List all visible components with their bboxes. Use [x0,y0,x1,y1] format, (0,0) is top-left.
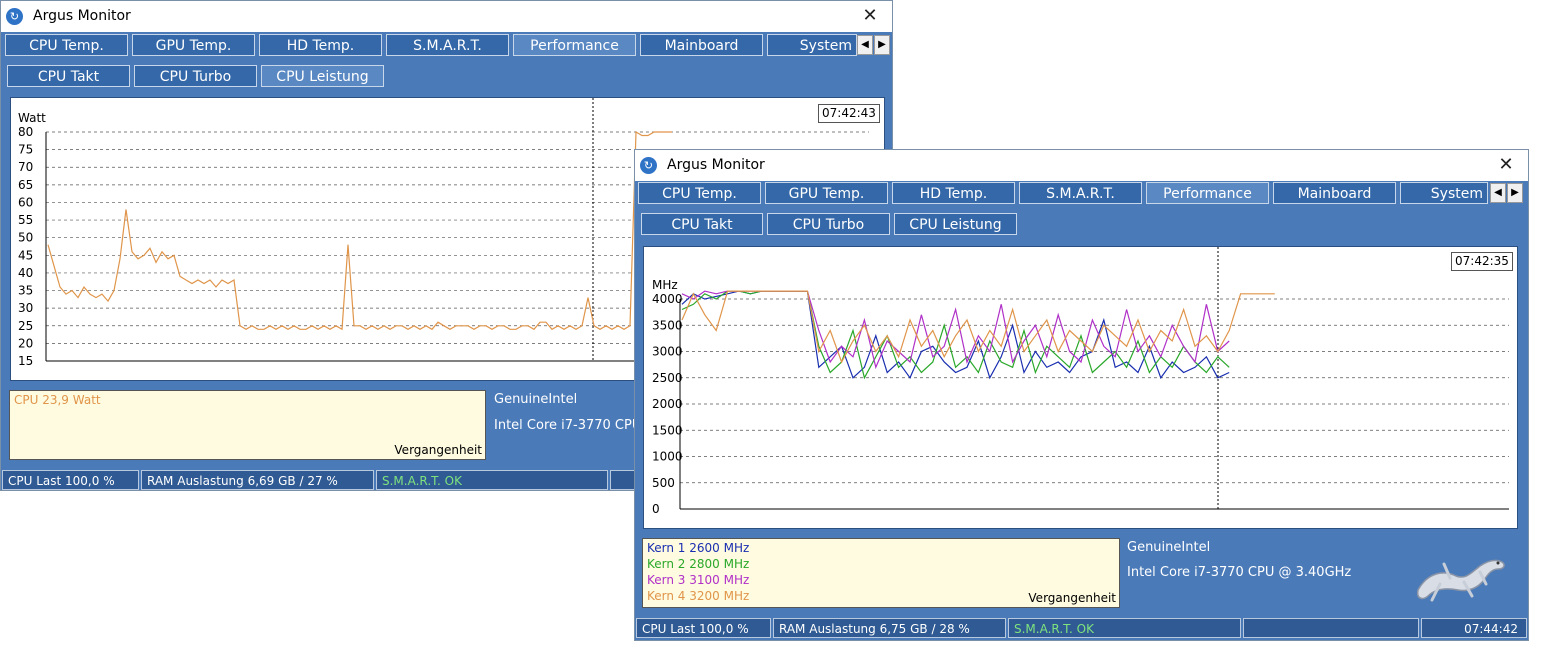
y-tick-label: 60 [18,195,33,209]
tab-cpu-temp[interactable]: CPU Temp. [5,34,128,56]
y-tick-label: 80 [18,125,33,139]
cpu-vendor: GenuineIntel [1127,540,1211,555]
tab-smart[interactable]: S.M.A.R.T. [386,34,509,56]
series-line-1 [47,130,672,331]
tab-performance[interactable]: Performance [513,34,636,56]
status-empty [1243,618,1419,638]
series-line-3 [681,290,1230,370]
tab-scroll-right-icon[interactable]: ▶ [1507,183,1523,203]
tab-mainboard[interactable]: Mainboard [1273,182,1396,204]
cpu-model: Intel Core i7-3770 CPU [494,418,642,433]
subtab-cpu-turbo[interactable]: CPU Turbo [134,65,257,87]
status-clock: 07:44:42 [1421,618,1527,638]
tab-mainboard[interactable]: Mainboard [640,34,763,56]
y-tick-label: 1000 [652,450,683,464]
clock-chart-panel: MHz 4000 3500 3000 2500 2000 1500 1000 500 0 07:4… [643,246,1518,529]
y-tick-label: 500 [652,476,675,490]
argus-window-2: ↻ Argus Monitor ✕ CPU Temp. GPU Temp. HD… [634,149,1529,641]
y-tick-label: 4000 [652,292,683,306]
tab-cpu-temp[interactable]: CPU Temp. [638,182,761,204]
status-cpu-load: CPU Last 100,0 % [2,470,139,490]
y-tick-label: 3000 [652,345,683,359]
y-tick-label: 35 [18,284,33,298]
y-tick-label: 1500 [652,423,683,437]
legend-core-1: Kern 1 2600 MHz [647,541,750,555]
y-tick-label: 45 [18,248,33,262]
tab-scroll-right-icon[interactable]: ▶ [874,35,890,55]
y-tick-label: 3500 [652,318,683,332]
y-tick-label: 70 [18,160,33,174]
y-tick-label: 55 [18,213,33,227]
tab-smart[interactable]: S.M.A.R.T. [1019,182,1142,204]
window-title: Argus Monitor [667,157,765,173]
subtab-cpu-turbo[interactable]: CPU Turbo [767,213,890,235]
y-tick-label: 0 [652,502,660,516]
y-tick-label: 2500 [652,371,683,385]
window-title: Argus Monitor [33,8,131,24]
status-smart: S.M.A.R.T. OK [1008,618,1241,638]
chart-time: 07:42:35 [1451,252,1513,271]
subtab-cpu-takt[interactable]: CPU Takt [7,65,130,87]
argus-icon: ↻ [640,157,657,174]
tab-hd-temp[interactable]: HD Temp. [892,182,1015,204]
tab-hd-temp[interactable]: HD Temp. [259,34,382,56]
status-cpu-load: CPU Last 100,0 % [636,618,771,638]
y-tick-label: 20 [18,336,33,350]
title-bar[interactable]: ↻ Argus Monitor ✕ [635,150,1528,181]
subtab-cpu-leistung[interactable]: CPU Leistung [261,65,384,87]
tab-system[interactable]: System [767,34,857,56]
legend-core-4: Kern 4 3200 MHz [647,589,750,603]
clock-chart: MHz4000 3500 3000 2500 2000 1500 1000 500 0 [652,247,1509,516]
tab-gpu-temp[interactable]: GPU Temp. [765,182,888,204]
tab-scroll-left-icon[interactable]: ◀ [1490,183,1506,203]
subtab-cpu-takt[interactable]: CPU Takt [641,213,763,235]
argus-icon: ↻ [6,8,23,25]
y-tick-label: 50 [18,231,33,245]
legend-cpu-power: CPU 23,9 Watt [14,393,101,407]
salamander-logo [1416,559,1505,602]
close-icon[interactable]: ✕ [1494,153,1518,177]
status-ram: RAM Auslastung 6,75 GB / 28 % [773,618,1006,638]
title-bar[interactable]: ↻ Argus Monitor ✕ [1,1,892,32]
status-smart: S.M.A.R.T. OK [376,470,608,490]
cpu-model: Intel Core i7-3770 CPU @ 3.40GHz [1127,565,1352,580]
y-tick-label: 2000 [652,397,683,411]
close-icon[interactable]: ✕ [858,4,882,28]
y-tick-label: 40 [18,266,33,280]
y-tick-label: 75 [18,143,33,157]
tab-gpu-temp[interactable]: GPU Temp. [132,34,255,56]
legend-panel: CPU 23,9 Watt Vergangenheit [9,390,486,460]
cpu-vendor: GenuineIntel [494,392,578,407]
tab-system[interactable]: System [1400,182,1488,204]
y-tick-label: 30 [18,301,33,315]
y-tick-label: 25 [18,319,33,333]
y-tick-label: 65 [18,178,33,192]
chart-time: 07:42:43 [818,104,880,123]
status-ram: RAM Auslastung 6,69 GB / 27 % [141,470,374,490]
subtab-cpu-leistung[interactable]: CPU Leistung [894,213,1017,235]
tab-scroll-left-icon[interactable]: ◀ [857,35,873,55]
series-line-2 [681,290,1230,380]
legend-panel: Kern 1 2600 MHz Kern 2 2800 MHz Kern 3 3… [642,538,1120,608]
legend-core-2: Kern 2 2800 MHz [647,557,750,571]
y-tick-label: 15 [18,354,33,368]
y-axis-label: Watt [18,111,46,125]
y-axis-label: MHz [652,278,678,292]
legend-core-3: Kern 3 3100 MHz [647,573,750,587]
tab-performance[interactable]: Performance [1146,182,1269,204]
history-label[interactable]: Vergangenheit [394,443,482,457]
history-label[interactable]: Vergangenheit [1028,591,1116,605]
